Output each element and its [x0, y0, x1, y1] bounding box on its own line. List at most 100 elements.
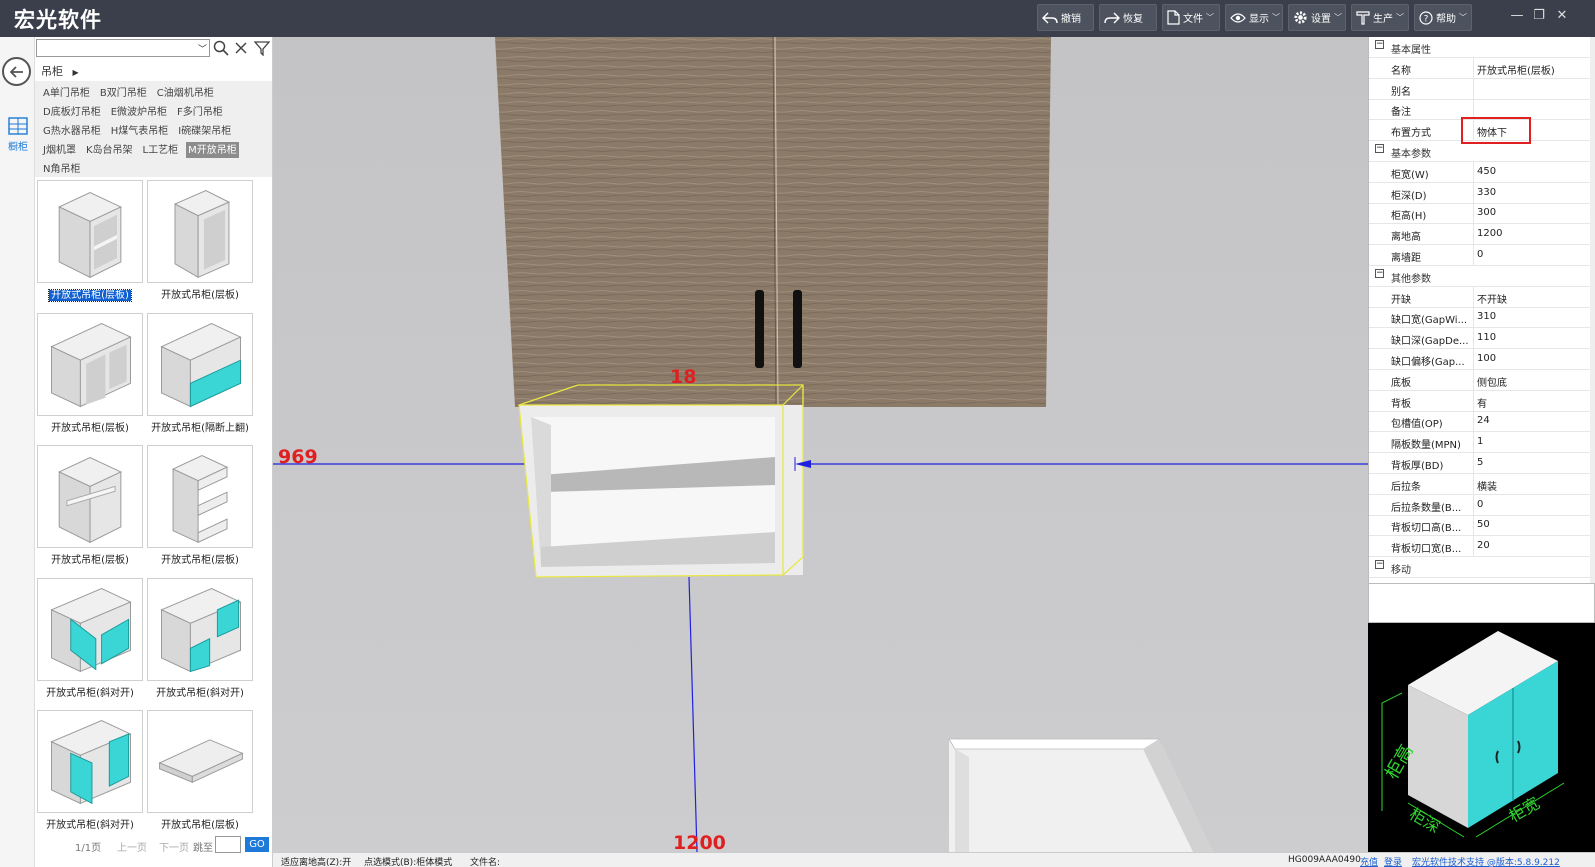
- property-value[interactable]: 310: [1477, 311, 1496, 322]
- property-value[interactable]: 50: [1477, 519, 1490, 530]
- product-thumbnail[interactable]: [147, 445, 253, 548]
- minimize-icon[interactable]: —: [1508, 8, 1526, 23]
- product-card[interactable]: 开放式吊柜(斜对开): [36, 577, 144, 708]
- category-item[interactable]: E微波炉吊柜: [109, 104, 169, 120]
- category-item[interactable]: G热水器吊柜: [41, 123, 103, 139]
- property-section-header[interactable]: − 基本属性: [1369, 37, 1591, 58]
- property-row[interactable]: 别名: [1369, 78, 1591, 100]
- property-value[interactable]: 1200: [1477, 228, 1502, 239]
- property-row[interactable]: 离墙距 0: [1369, 245, 1591, 266]
- property-row[interactable]: 背板厚(BD) 5: [1369, 453, 1591, 474]
- property-value[interactable]: 1: [1477, 436, 1483, 447]
- property-value[interactable]: 110: [1477, 332, 1496, 343]
- 3d-viewport[interactable]: 18 969 1200: [273, 37, 1368, 852]
- chevron-down-icon[interactable]: ﹀: [198, 42, 207, 55]
- back-button[interactable]: [2, 57, 31, 86]
- collapse-icon[interactable]: −: [1375, 40, 1384, 49]
- category-item[interactable]: A单门吊柜: [41, 85, 92, 101]
- property-row[interactable]: 底板 侧包底: [1369, 369, 1591, 391]
- display-menu-button[interactable]: 显示 ﹀: [1225, 4, 1283, 31]
- product-thumbnail[interactable]: [37, 445, 143, 548]
- product-thumbnail[interactable]: [37, 577, 143, 681]
- product-card[interactable]: 开放式吊柜(层板): [36, 180, 144, 310]
- go-button[interactable]: GO: [245, 837, 269, 852]
- jump-page-input[interactable]: [215, 836, 241, 853]
- property-value[interactable]: 侧包底: [1477, 374, 1507, 389]
- product-thumbnail[interactable]: [147, 577, 253, 681]
- selected-open-cabinet[interactable]: [518, 384, 804, 578]
- product-card[interactable]: 开放式吊柜(层板): [36, 312, 144, 443]
- property-row[interactable]: 缺口宽(GapWi... 310: [1369, 307, 1591, 329]
- search-input[interactable]: ﹀: [36, 39, 210, 57]
- category-item[interactable]: N角吊柜: [41, 161, 82, 177]
- product-thumbnail[interactable]: [147, 710, 253, 813]
- product-card[interactable]: 开放式吊柜(层板): [146, 710, 254, 840]
- property-row[interactable]: 隔板数量(MPN) 1: [1369, 432, 1591, 454]
- property-row[interactable]: 后拉条数量(B... 0: [1369, 494, 1591, 516]
- file-menu-button[interactable]: 文件 ﹀: [1162, 4, 1220, 31]
- property-row[interactable]: 柜深(D) 330: [1369, 182, 1591, 204]
- filter-icon[interactable]: [254, 40, 270, 56]
- property-value[interactable]: 24: [1477, 415, 1490, 426]
- property-value[interactable]: 5: [1477, 457, 1483, 468]
- property-row[interactable]: 缺口偏移(Gap... 100: [1369, 349, 1591, 370]
- search-icon[interactable]: [213, 40, 229, 56]
- recharge-link[interactable]: 充值: [1360, 855, 1378, 867]
- property-row[interactable]: 离地高 1200: [1369, 224, 1591, 246]
- select-mode-status[interactable]: 点选模式(B):柜体模式: [364, 855, 452, 867]
- next-page-link[interactable]: 下一页: [159, 839, 189, 854]
- category-item[interactable]: L工艺柜: [141, 142, 181, 158]
- property-value[interactable]: 开放式吊柜(层板): [1477, 62, 1555, 77]
- property-value[interactable]: 0: [1477, 499, 1483, 510]
- property-value[interactable]: 不开缺: [1477, 291, 1507, 306]
- wood-cabinet[interactable]: [495, 37, 1051, 408]
- property-row[interactable]: 柜宽(W) 450: [1369, 161, 1591, 183]
- breadcrumb-item[interactable]: 吊柜: [41, 65, 63, 78]
- property-row[interactable]: 背板切口宽(B... 20: [1369, 536, 1591, 558]
- product-thumbnail[interactable]: [147, 312, 253, 416]
- category-item[interactable]: M开放吊柜: [186, 142, 239, 158]
- snap-status[interactable]: 适应离地高(Z):开: [281, 855, 351, 867]
- login-link[interactable]: 登录: [1384, 855, 1402, 867]
- property-row[interactable]: 包槽值(OP) 24: [1369, 411, 1591, 433]
- property-section-header[interactable]: − 移动: [1369, 557, 1591, 578]
- collapse-icon[interactable]: −: [1375, 268, 1384, 278]
- property-scrollbar[interactable]: [1590, 37, 1595, 583]
- category-item[interactable]: C油烟机吊柜: [155, 85, 216, 101]
- property-row[interactable]: 缺口深(GapDe... 110: [1369, 328, 1591, 350]
- collapse-icon[interactable]: −: [1375, 560, 1384, 569]
- category-item[interactable]: F多门吊柜: [175, 104, 225, 120]
- property-row[interactable]: 名称 开放式吊柜(层板): [1369, 57, 1591, 79]
- prev-page-link[interactable]: 上一页: [117, 839, 147, 854]
- nav-item-cabinet[interactable]: 橱柜: [4, 117, 32, 153]
- property-value[interactable]: 300: [1477, 207, 1496, 218]
- property-row[interactable]: 后拉条 横装: [1369, 473, 1591, 495]
- property-value[interactable]: 有: [1477, 395, 1487, 410]
- category-item[interactable]: I碗碟架吊柜: [176, 123, 233, 139]
- product-thumbnail[interactable]: [147, 180, 253, 283]
- property-value[interactable]: 0: [1477, 249, 1483, 260]
- redo-button[interactable]: 恢复: [1099, 4, 1157, 31]
- property-value[interactable]: 100: [1477, 353, 1496, 364]
- help-menu-button[interactable]: ? 帮助 ﹀: [1414, 4, 1472, 31]
- collapse-icon[interactable]: −: [1375, 144, 1384, 153]
- production-menu-button[interactable]: 生产 ﹀: [1351, 4, 1409, 31]
- property-row[interactable]: 布置方式 物体下: [1369, 117, 1591, 145]
- property-section-header[interactable]: − 基本参数: [1369, 141, 1591, 162]
- property-value[interactable]: 横装: [1477, 478, 1497, 493]
- settings-menu-button[interactable]: 设置 ﹀: [1288, 4, 1346, 31]
- close-window-icon[interactable]: ✕: [1553, 8, 1571, 23]
- product-thumbnail[interactable]: [37, 710, 143, 813]
- property-row[interactable]: 柜高(H) 300: [1369, 203, 1591, 225]
- property-value[interactable]: 330: [1477, 187, 1496, 198]
- property-value[interactable]: 20: [1477, 540, 1490, 551]
- property-row[interactable]: 背板切口高(B... 50: [1369, 515, 1591, 537]
- product-thumbnail[interactable]: [37, 312, 143, 416]
- category-item[interactable]: D底板灯吊柜: [41, 104, 103, 120]
- category-item[interactable]: H煤气表吊柜: [109, 123, 171, 139]
- property-row[interactable]: 背板 有: [1369, 390, 1591, 412]
- support-link[interactable]: 宏光软件技术支持 @版本:5.8.9.212: [1412, 855, 1560, 867]
- product-card[interactable]: 开放式吊柜(层板): [146, 445, 254, 575]
- property-section-header[interactable]: − 其他参数: [1369, 266, 1591, 287]
- product-card[interactable]: 开放式吊柜(斜对开): [36, 710, 144, 840]
